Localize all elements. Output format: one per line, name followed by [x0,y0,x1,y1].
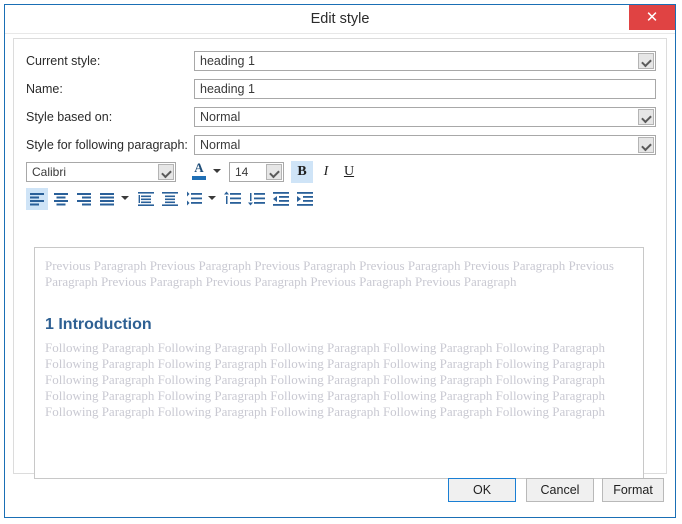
spacing-before-icon [224,191,241,204]
name-input[interactable]: heading 1 [194,79,656,99]
preview-previous-paragraph: Previous Paragraph Previous Paragraph Pr… [45,258,614,289]
align-right-button[interactable] [73,188,95,210]
align-left-button[interactable] [26,188,48,210]
label-name: Name: [26,82,63,96]
chevron-down-icon[interactable] [266,164,282,180]
font-color-letter: A [194,160,204,175]
spacing-after-button[interactable] [246,188,268,210]
ok-button[interactable]: OK [448,478,516,502]
font-family-value: Calibri [32,165,67,179]
align-center-button[interactable] [50,188,72,210]
dialog-title: Edit style [310,11,370,27]
decrease-indent-button[interactable] [270,188,292,210]
decrease-indent-icon [273,192,289,206]
chevron-down-icon[interactable] [158,164,174,180]
line-spacing-icon [138,192,154,206]
current-style-value: heading 1 [200,54,255,68]
font-family-combobox[interactable]: Calibri [26,162,176,182]
font-color-dropdown-icon[interactable] [213,169,221,173]
alignment-dropdown-icon[interactable] [121,196,129,200]
character-format-toolbar: Calibri A 14 B I U [26,160,656,184]
underline-icon: U [343,164,355,179]
field-row-style-following: Style for following paragraph: Normal [26,135,656,155]
name-value: heading 1 [200,82,255,96]
align-justify-button[interactable] [96,188,118,210]
current-style-combobox[interactable]: heading 1 [194,51,656,71]
style-following-paragraph-combobox[interactable]: Normal [194,135,656,155]
spacing-before-button[interactable] [222,188,244,210]
align-left-icon [30,193,44,206]
align-center-icon [54,193,68,206]
field-row-name: Name: heading 1 [26,79,656,99]
font-size-combobox[interactable]: 14 [229,162,284,182]
style-based-on-combobox[interactable]: Normal [194,107,656,127]
align-justify-icon [100,193,114,206]
edit-style-dialog: Edit style ✕ Current style: heading 1 Na… [4,4,676,518]
title-bar: Edit style ✕ [5,5,675,34]
bullet-list-icon [187,191,202,206]
cancel-button[interactable]: Cancel [526,478,594,502]
preview-following-paragraph: Following Paragraph Following Paragraph … [45,340,606,419]
paragraph-format-toolbar [26,187,656,211]
field-row-current-style: Current style: heading 1 [26,51,656,71]
style-based-on-value: Normal [200,110,241,124]
bullet-list-button[interactable] [183,188,205,210]
underline-button[interactable]: U [338,161,360,183]
align-right-icon [77,193,91,206]
chevron-down-icon[interactable] [638,137,654,153]
list-dropdown-icon[interactable] [208,196,216,200]
paragraph-spacing-icon [162,192,178,206]
increase-indent-button[interactable] [294,188,316,210]
spacing-after-icon [248,193,265,206]
italic-icon: I [323,164,329,179]
style-preview-pane: Previous Paragraph Previous Paragraph Pr… [34,247,644,479]
italic-button[interactable]: I [315,161,337,183]
font-color-icon[interactable]: A [189,160,209,183]
font-size-value: 14 [235,165,249,179]
bold-button[interactable]: B [291,161,313,183]
close-icon[interactable]: ✕ [629,5,675,30]
label-style-based-on: Style based on: [26,110,113,124]
chevron-down-icon[interactable] [638,109,654,125]
preview-heading-sample: 1 Introduction [45,316,152,333]
line-spacing-button[interactable] [135,188,157,210]
chevron-down-icon[interactable] [638,53,654,69]
style-following-paragraph-value: Normal [200,138,241,152]
label-style-following-paragraph: Style for following paragraph: [26,138,188,152]
paragraph-spacing-button[interactable] [159,188,181,210]
field-row-style-based-on: Style based on: Normal [26,107,656,127]
bold-icon: B [297,164,307,179]
label-current-style: Current style: [26,54,101,68]
format-button[interactable]: Format [602,478,664,502]
increase-indent-icon [297,192,313,206]
font-color-swatch [192,176,206,180]
dialog-body: Current style: heading 1 Name: heading 1… [13,38,667,479]
